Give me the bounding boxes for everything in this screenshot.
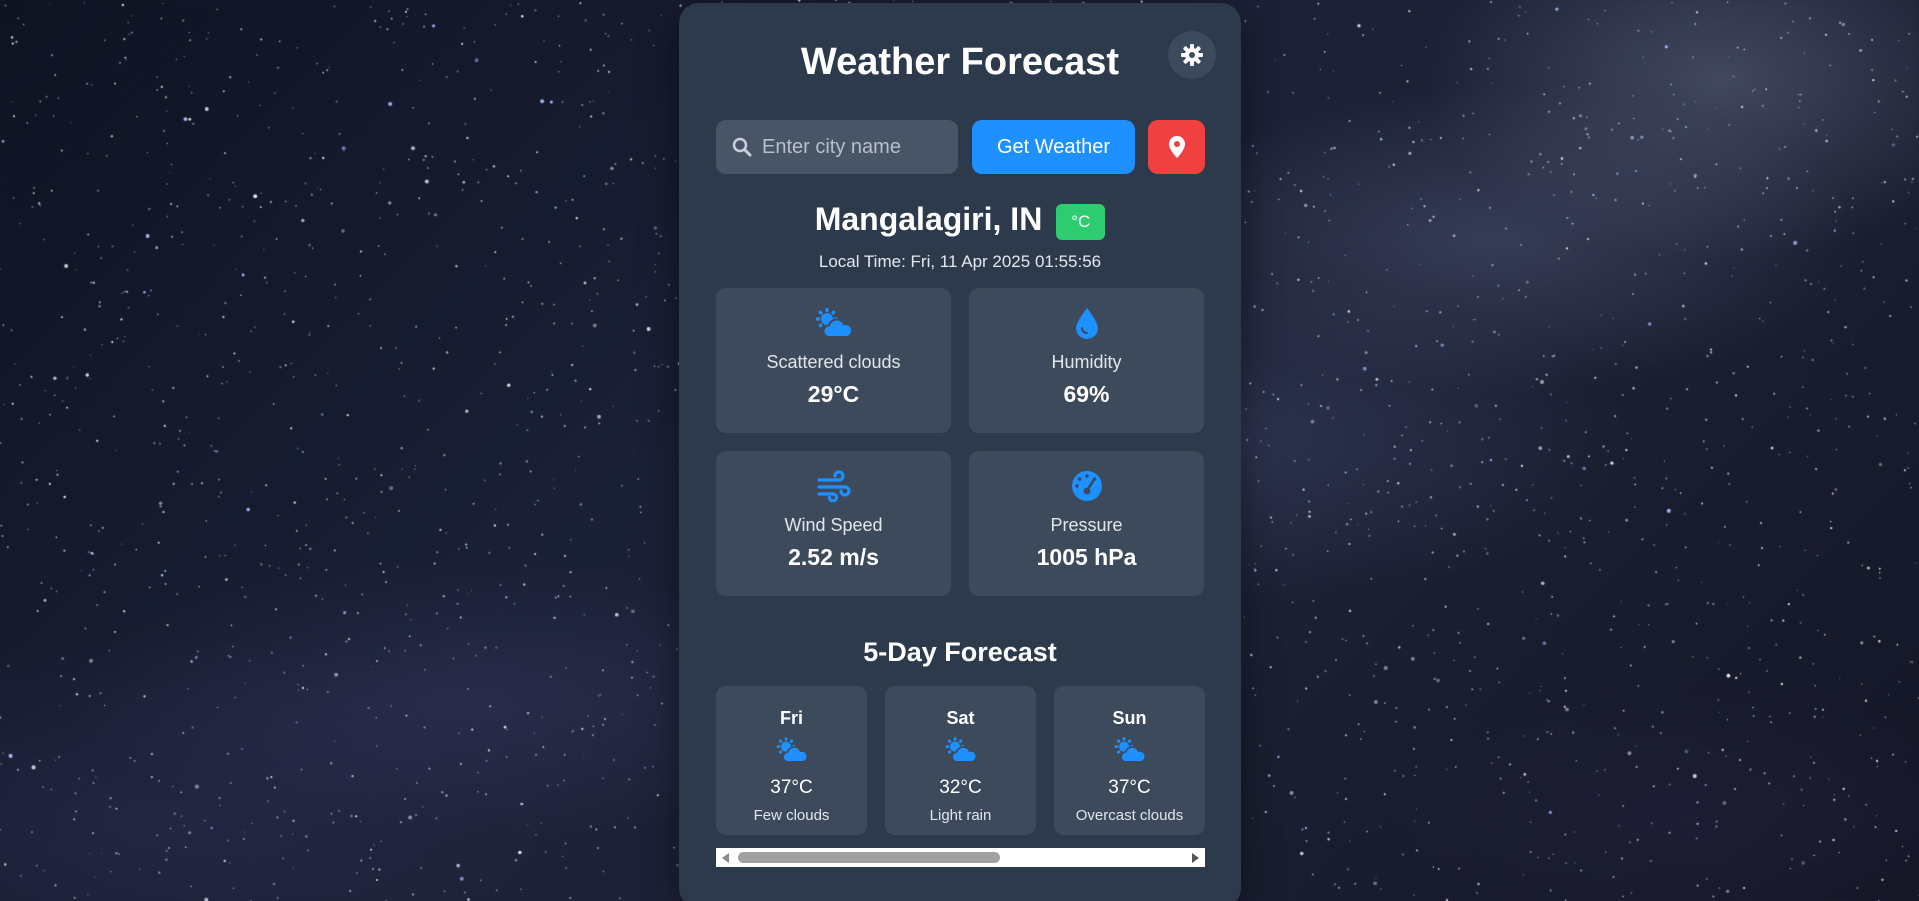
- city-name: Mangalagiri, IN: [814, 200, 1043, 237]
- use-location-button[interactable]: [1148, 120, 1205, 174]
- forecast-desc: Overcast clouds: [1075, 807, 1184, 824]
- app-title: Weather Forecast: [800, 41, 1120, 83]
- scrollbar-thumb[interactable]: [738, 852, 1000, 863]
- forecast-day: Sun: [1112, 708, 1147, 728]
- cloud-sun-icon: [1113, 735, 1147, 765]
- scroll-left-arrow-icon[interactable]: [716, 848, 736, 867]
- search-box: [716, 120, 958, 174]
- cloud-sun-icon: [775, 735, 809, 765]
- weather-card: Weather Forecast Get Wea: [679, 3, 1241, 901]
- gauge-icon: [1071, 469, 1103, 503]
- forecast-temp: 32°C: [939, 777, 982, 798]
- forecast-desc: Few clouds: [753, 807, 830, 824]
- forecast-card: Fri 37°C Few clouds: [716, 686, 867, 835]
- forecast-card: Sun 37°C Overcast clouds: [1054, 686, 1205, 835]
- pressure-label: Pressure: [1050, 515, 1123, 535]
- cloud-sun-icon: [814, 306, 854, 340]
- humidity-tile: Humidity 69%: [969, 288, 1204, 433]
- forecast-day: Fri: [779, 708, 803, 728]
- city-search-input[interactable]: [762, 135, 942, 159]
- location-header: Mangalagiri, IN °C: [679, 198, 1241, 240]
- condition-tile: Scattered clouds 29°C: [716, 288, 951, 433]
- pressure-tile: Pressure 1005 hPa: [969, 451, 1204, 596]
- map-marker-icon: [1168, 136, 1185, 158]
- wind-speed-label: Wind Speed: [784, 515, 883, 535]
- temperature-value: 29°C: [807, 381, 860, 407]
- humidity-label: Humidity: [1051, 352, 1122, 372]
- wind-icon: [816, 469, 851, 503]
- humidity-value: 69%: [1063, 381, 1110, 407]
- forecast-scrollbar[interactable]: [716, 848, 1205, 867]
- forecast-card: Sat 32°C Light rain: [885, 686, 1036, 835]
- wind-tile: Wind Speed 2.52 m/s: [716, 451, 951, 596]
- forecast-title: 5-Day Forecast: [863, 637, 1057, 667]
- get-weather-button[interactable]: Get Weather: [972, 120, 1135, 174]
- forecast-temp: 37°C: [1108, 777, 1151, 798]
- search-icon: [716, 137, 762, 157]
- local-time: Local Time: Fri, 11 Apr 2025 01:55:56: [818, 252, 1102, 271]
- unit-toggle-button[interactable]: °C: [1056, 204, 1106, 240]
- forecast-desc: Light rain: [929, 807, 992, 824]
- cloud-sun-icon: [944, 735, 978, 765]
- wind-speed-value: 2.52 m/s: [788, 544, 879, 570]
- pressure-value: 1005 hPa: [1036, 544, 1137, 570]
- droplet-icon: [1074, 306, 1100, 340]
- gear-icon: [1181, 44, 1203, 66]
- scroll-right-arrow-icon[interactable]: [1185, 848, 1205, 867]
- forecast-day: Sat: [946, 708, 975, 728]
- forecast-temp: 37°C: [770, 777, 813, 798]
- condition-label: Scattered clouds: [766, 352, 901, 372]
- theme-toggle-button[interactable]: [1168, 31, 1216, 79]
